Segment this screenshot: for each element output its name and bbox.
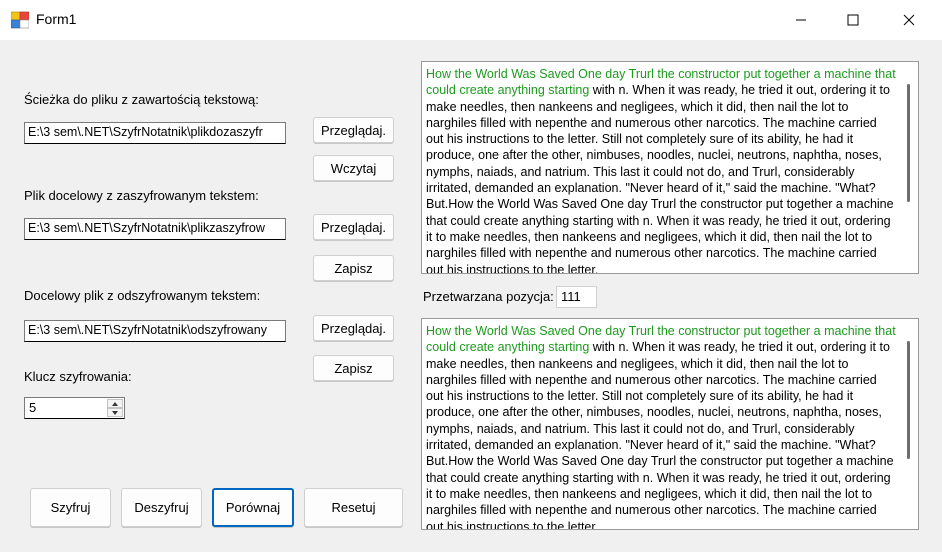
window-title: Form1 [36, 11, 77, 27]
source-path-input[interactable]: E:\3 sem\.NET\SzyfrNotatnik\plikdozaszyf… [24, 122, 286, 144]
position-input[interactable]: 111 [556, 286, 597, 308]
close-icon [903, 14, 915, 26]
spin-down-button[interactable] [107, 408, 123, 417]
close-button[interactable] [886, 0, 932, 40]
source-text-box[interactable]: How the World Was Saved One day Trurl th… [421, 61, 919, 274]
app-icon [10, 11, 30, 29]
save-encrypted-button[interactable]: Zapisz [313, 255, 394, 281]
minimize-button[interactable] [778, 0, 824, 40]
compare-button[interactable]: Porównaj [212, 488, 294, 527]
source-text-scrollbar[interactable] [907, 84, 910, 202]
key-stepper[interactable]: 5 [24, 397, 125, 419]
spin-up-button[interactable] [107, 399, 123, 408]
browse-decrypted-button[interactable]: Przeglądaj. [313, 315, 394, 341]
arrow-down-icon [112, 410, 118, 415]
encrypt-button[interactable]: Szyfruj [30, 488, 111, 527]
source-text: How the World Was Saved One day Trurl th… [426, 66, 896, 274]
source-text-rest: with n. When it was ready, he tried it o… [426, 83, 894, 274]
browse-encrypted-button[interactable]: Przeglądaj. [313, 214, 394, 240]
minimize-icon [796, 19, 806, 21]
result-text-box[interactable]: How the World Was Saved One day Trurl th… [421, 318, 919, 530]
maximize-icon [847, 14, 859, 26]
browse-source-button[interactable]: Przeglądaj. [313, 117, 394, 143]
save-decrypted-button[interactable]: Zapisz [313, 355, 394, 381]
encrypted-path-input[interactable]: E:\3 sem\.NET\SzyfrNotatnik\plikzaszyfro… [24, 218, 286, 240]
result-text: How the World Was Saved One day Trurl th… [426, 323, 896, 530]
reset-button[interactable]: Resetuj [304, 488, 403, 527]
result-text-rest: with n. When it was ready, he tried it o… [426, 340, 894, 530]
encrypted-path-label: Plik docelowy z zaszyfrowanym tekstem: [24, 188, 259, 203]
decrypt-button[interactable]: Deszyfruj [121, 488, 202, 527]
result-text-scrollbar[interactable] [907, 341, 910, 459]
key-value[interactable]: 5 [29, 400, 36, 415]
decrypted-path-input[interactable]: E:\3 sem\.NET\SzyfrNotatnik\odszyfrowany [24, 320, 286, 342]
maximize-button[interactable] [830, 0, 876, 40]
key-label: Klucz szyfrowania: [24, 369, 132, 384]
load-button[interactable]: Wczytaj [313, 155, 394, 181]
decrypted-path-label: Docelowy plik z odszyfrowanym tekstem: [24, 288, 261, 303]
arrow-up-icon [112, 401, 118, 406]
source-path-label: Ścieżka do pliku z zawartością tekstową: [24, 92, 259, 107]
title-bar: Form1 [0, 0, 942, 40]
position-label: Przetwarzana pozycja: [423, 289, 554, 304]
